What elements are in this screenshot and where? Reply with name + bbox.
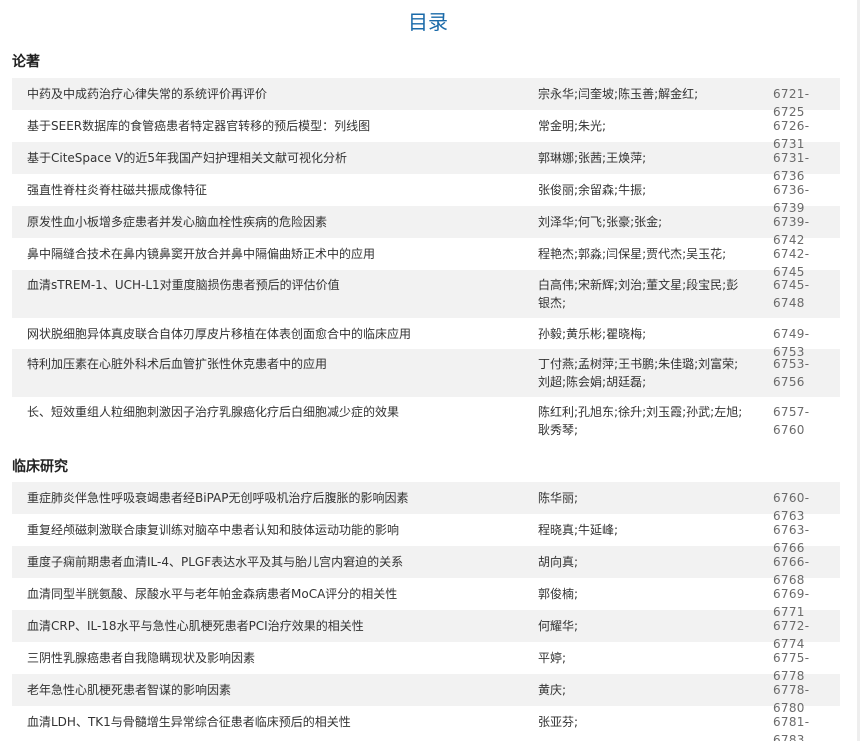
article-title-link[interactable]: 基于SEER数据库的食管癌患者特定器官转移的预后模型：列线图 [12,117,538,135]
article-pages: 6736-6739 [773,183,810,215]
article-authors: 陈华丽; [538,491,579,505]
toc-row[interactable]: 基于CiteSpace V的近5年我国产妇护理相关文献可视化分析 郭琳娜;张茜;王… [12,142,840,183]
article-title-link[interactable]: 重度子痫前期患者血清IL-4、PLGF表达水平及其与胎儿宫内窘迫的关系 [12,553,538,571]
article-authors: 胡向真; [538,555,579,569]
article-title-link[interactable]: 重症肺炎伴急性呼吸衰竭患者经BiPAP无创呼吸机治疗后腹胀的影响因素 [12,489,538,507]
article-title-link[interactable]: 血清同型半胱氨酸、尿酸水平与老年帕金森病患者MoCA评分的相关性 [12,585,538,603]
article-authors: 程晓真;牛延峰; [538,523,619,537]
article-title-link[interactable]: 血清sTREM-1、UCH-L1对重度脑损伤患者预后的评估价值 [12,276,538,294]
article-authors: 郭琳娜;张茜;王焕萍; [538,151,647,165]
toc-row[interactable]: 血清sTREM-1、UCH-L1对重度脑损伤患者预后的评估价值 白高伟;宋新辉;刘… [12,270,840,318]
article-title-link[interactable]: 特利加压素在心脏外科术后血管扩张性休克患者中的应用 [12,355,538,373]
article-authors: 张俊丽;余留森;牛振; [538,183,647,197]
article-title-link[interactable]: 老年急性心肌梗死患者智谋的影响因素 [12,681,538,699]
article-authors: 刘泽华;何飞;张豪;张金; [538,215,663,229]
article-title-link[interactable]: 基于CiteSpace V的近5年我国产妇护理相关文献可视化分析 [12,149,538,167]
article-title-link[interactable]: 原发性血小板增多症患者并发心脑血栓性疾病的危险因素 [12,213,538,231]
article-pages: 6772-6774 [773,619,810,651]
toc-row[interactable]: 血清LDH、TK1与骨髓增生异常综合征患者临床预后的相关性 张亚芬; 6781-67… [12,706,840,741]
article-pages: 6778-6780 [773,683,810,715]
section-heading-linchuang: 临床研究 [12,459,68,475]
article-pages: 6726-6731 [773,119,810,151]
article-pages: 6775-6778 [773,651,810,683]
article-authors: 郭俊楠; [538,587,579,601]
article-title-link[interactable]: 鼻中隔缝合技术在鼻内镜鼻窦开放合并鼻中隔偏曲矫正术中的应用 [12,245,538,263]
article-authors: 常金明;朱光; [538,119,607,133]
article-pages: 6757-6760 [773,405,810,437]
article-authors: 何耀华; [538,619,579,633]
article-pages: 6745-6748 [773,278,810,310]
page-title: 目录 [408,10,448,34]
section-heading-lunzhu: 论著 [12,54,40,70]
toc-row[interactable]: 网状脱细胞异体真皮联合自体刃厚皮片移植在体表创面愈合中的临床应用 孙毅;黄乐彬;瞿… [12,318,840,359]
toc-row[interactable]: 血清CRP、IL-18水平与急性心肌梗死患者PCI治疗效果的相关性 何耀华; 677… [12,610,840,651]
article-authors: 孙毅;黄乐彬;瞿晓梅; [538,327,647,341]
toc-row[interactable]: 强直性脊柱炎脊柱磁共振成像特征 张俊丽;余留森;牛振; 6736-6739 [12,174,840,215]
article-pages: 6760-6763 [773,491,810,523]
toc-row[interactable]: 重度子痫前期患者血清IL-4、PLGF表达水平及其与胎儿宫内窘迫的关系 胡向真; 6… [12,546,840,587]
toc-row[interactable]: 长、短效重组人粒细胞刺激因子治疗乳腺癌化疗后白细胞减少症的效果 陈红利;孔旭东;徐… [12,397,840,445]
toc-row[interactable]: 鼻中隔缝合技术在鼻内镜鼻窦开放合并鼻中隔偏曲矫正术中的应用 程艳杰;郭淼;闫保星;… [12,238,840,279]
toc-row[interactable]: 血清同型半胱氨酸、尿酸水平与老年帕金森病患者MoCA评分的相关性 郭俊楠; 6769… [12,578,840,619]
toc-row[interactable]: 重复经颅磁刺激联合康复训练对脑卒中患者认知和肢体运动功能的影响 程晓真;牛延峰; 6… [12,514,840,555]
section-linchuang-list: 重症肺炎伴急性呼吸衰竭患者经BiPAP无创呼吸机治疗后腹胀的影响因素 陈华丽; 67… [12,482,840,741]
article-pages: 6763-6766 [773,523,810,555]
article-pages: 6753-6756 [773,357,810,389]
toc-row[interactable]: 特利加压素在心脏外科术后血管扩张性休克患者中的应用 丁付燕;孟树萍;王书鹏;朱佳璐… [12,349,840,397]
toc-row[interactable]: 基于SEER数据库的食管癌患者特定器官转移的预后模型：列线图 常金明;朱光; 672… [12,110,840,151]
toc-row[interactable]: 三阴性乳腺癌患者自我隐瞒现状及影响因素 平婷; 6775-6778 [12,642,840,683]
article-authors: 白高伟;宋新辉;刘治;董文星;段宝民;彭银杰; [538,278,739,310]
article-pages: 6769-6771 [773,587,810,619]
article-authors: 张亚芬; [538,715,579,729]
article-authors: 平婷; [538,651,567,665]
toc-row[interactable]: 重症肺炎伴急性呼吸衰竭患者经BiPAP无创呼吸机治疗后腹胀的影响因素 陈华丽; 67… [12,482,840,523]
article-title-link[interactable]: 血清CRP、IL-18水平与急性心肌梗死患者PCI治疗效果的相关性 [12,617,538,635]
article-pages: 6739-6742 [773,215,810,247]
article-title-link[interactable]: 中药及中成药治疗心律失常的系统评价再评价 [12,85,538,103]
article-pages: 6781-6783 [773,715,810,741]
toc-page: 目录 论著 中药及中成药治疗心律失常的系统评价再评价 宗永华;闫奎坡;陈玉善;解金… [0,0,860,741]
article-title-link[interactable]: 网状脱细胞异体真皮联合自体刃厚皮片移植在体表创面愈合中的临床应用 [12,325,538,343]
article-title-link[interactable]: 重复经颅磁刺激联合康复训练对脑卒中患者认知和肢体运动功能的影响 [12,521,538,539]
toc-row[interactable]: 中药及中成药治疗心律失常的系统评价再评价 宗永华;闫奎坡;陈玉善;解金红; 6721… [12,78,840,119]
article-authors: 丁付燕;孟树萍;王书鹏;朱佳璐;刘富荣;刘超;陈会娟;胡廷磊; [538,357,739,389]
toc-row[interactable]: 原发性血小板增多症患者并发心脑血栓性疾病的危险因素 刘泽华;何飞;张豪;张金; 67… [12,206,840,247]
article-pages: 6731-6736 [773,151,810,183]
article-pages: 6721-6725 [773,87,810,119]
article-title-link[interactable]: 长、短效重组人粒细胞刺激因子治疗乳腺癌化疗后白细胞减少症的效果 [12,403,538,421]
article-pages: 6766-6768 [773,555,810,587]
article-authors: 程艳杰;郭淼;闫保星;贾代杰;吴玉花; [538,247,727,261]
article-authors: 陈红利;孔旭东;徐升;刘玉霞;孙武;左旭;耿秀琴; [538,405,743,437]
article-authors: 黄庆; [538,683,567,697]
article-title-link[interactable]: 血清LDH、TK1与骨髓增生异常综合征患者临床预后的相关性 [12,713,538,731]
article-title-link[interactable]: 三阴性乳腺癌患者自我隐瞒现状及影响因素 [12,649,538,667]
toc-row[interactable]: 老年急性心肌梗死患者智谋的影响因素 黄庆; 6778-6780 [12,674,840,715]
article-authors: 宗永华;闫奎坡;陈玉善;解金红; [538,87,699,101]
section-lunzhu-list: 中药及中成药治疗心律失常的系统评价再评价 宗永华;闫奎坡;陈玉善;解金红; 6721… [12,78,840,445]
article-title-link[interactable]: 强直性脊柱炎脊柱磁共振成像特征 [12,181,538,199]
